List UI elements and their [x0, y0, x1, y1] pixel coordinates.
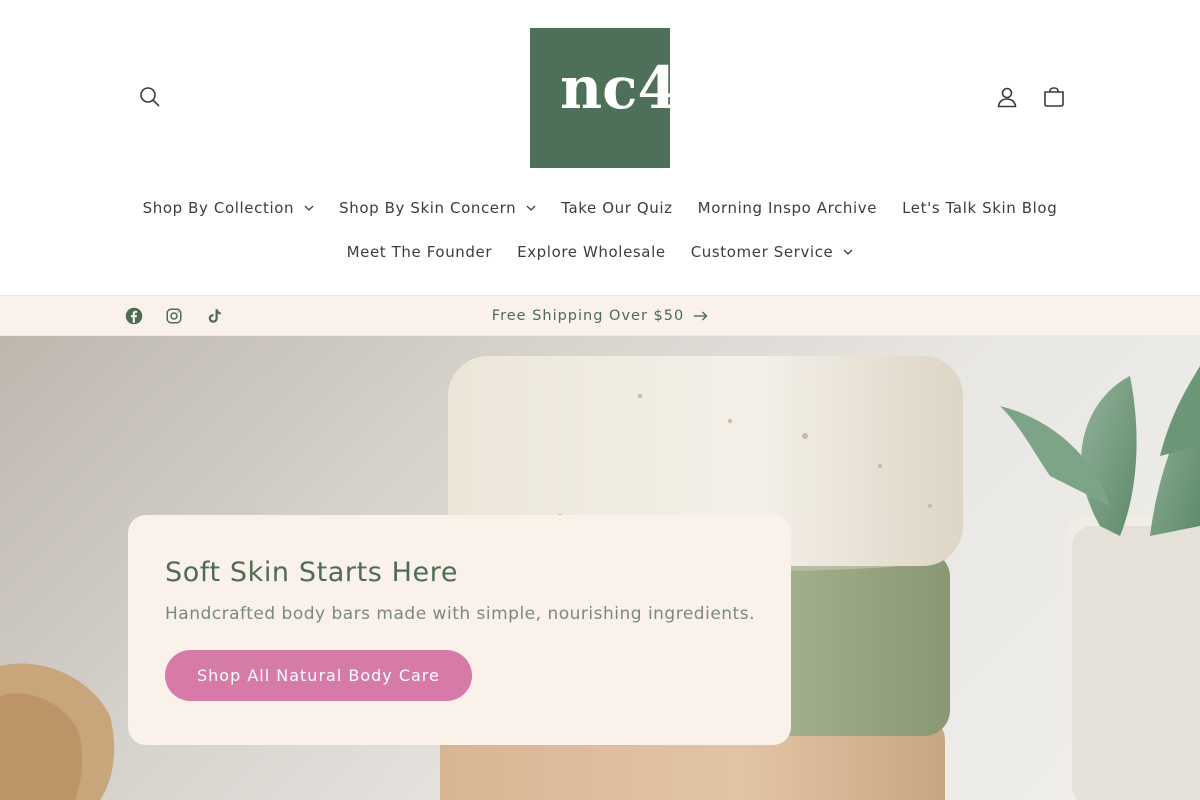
nav-item-shop-by-skin-concern[interactable]: Shop By Skin Concern [327, 199, 549, 217]
hero-banner: Soft Skin Starts Here Handcrafted body b… [0, 336, 1200, 800]
nav-item-label: Let's Talk Skin Blog [902, 199, 1058, 217]
nav-item-let-s-talk-skin-blog[interactable]: Let's Talk Skin Blog [890, 199, 1070, 217]
nav-item-label: Morning Inspo Archive [697, 199, 878, 217]
nav-item-morning-inspo-archive[interactable]: Morning Inspo Archive [685, 199, 889, 217]
nav-item-label: Shop By Collection [142, 199, 295, 217]
chevron-down-icon [843, 249, 853, 255]
chevron-down-icon [304, 205, 314, 211]
nav-item-customer-service[interactable]: Customer Service [678, 243, 866, 261]
announcement-text: Free Shipping Over $50 [491, 307, 685, 324]
nav-item-take-our-quiz[interactable]: Take Our Quiz [549, 199, 685, 217]
site-header: nc4u Shop By Collection Shop By Skin Conc… [0, 0, 1200, 295]
nav-row-secondary: Meet The Founder Explore Wholesale Custome… [0, 230, 1200, 274]
nav-item-label: Customer Service [690, 243, 834, 261]
arrow-right-icon [694, 311, 708, 320]
shop-all-button[interactable]: Shop All Natural Body Care [165, 650, 472, 701]
cart-icon[interactable] [1034, 77, 1074, 117]
hero-subtitle: Handcrafted body bars made with simple, … [165, 604, 755, 624]
nav-item-meet-the-founder[interactable]: Meet The Founder [334, 243, 505, 261]
nav-item-label: Take Our Quiz [561, 199, 673, 217]
nav-item-label: Explore Wholesale [517, 243, 666, 261]
logo-text: nc4u [560, 54, 670, 122]
nav-item-shop-by-collection[interactable]: Shop By Collection [130, 199, 326, 217]
nav-row-primary: Shop By Collection Shop By Skin Concern Ta… [0, 186, 1200, 230]
hero-title: Soft Skin Starts Here [165, 557, 459, 588]
announcement-bar: Free Shipping Over $50 [0, 295, 1200, 336]
account-icon[interactable] [987, 77, 1027, 117]
chevron-down-icon [526, 205, 536, 211]
main-navigation: Shop By Collection Shop By Skin Concern Ta… [0, 186, 1200, 274]
announcement-link[interactable]: Free Shipping Over $50 [0, 296, 1200, 335]
logo[interactable]: nc4u [530, 28, 670, 168]
logo-mark: nc4u [560, 54, 670, 122]
hero-card: Soft Skin Starts Here Handcrafted body b… [128, 515, 791, 745]
nav-item-explore-wholesale[interactable]: Explore Wholesale [505, 243, 679, 261]
search-icon[interactable] [130, 77, 170, 117]
nav-item-label: Meet The Founder [346, 243, 493, 261]
nav-item-label: Shop By Skin Concern [339, 199, 517, 217]
